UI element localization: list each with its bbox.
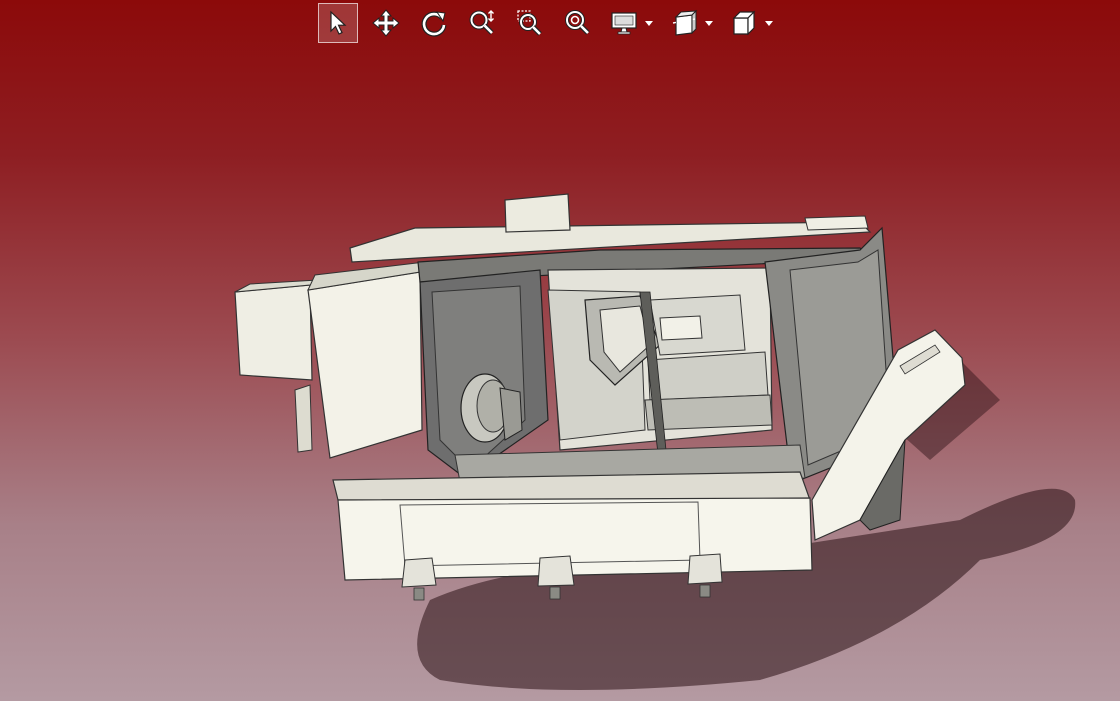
chevron-down-icon[interactable] <box>702 3 716 43</box>
select-tool-button[interactable] <box>318 3 358 43</box>
3d-viewport[interactable] <box>0 0 1120 701</box>
select-pointer-icon <box>330 10 347 35</box>
zoom-fit-icon <box>565 10 590 35</box>
chevron-down-icon[interactable] <box>762 3 776 43</box>
section-view-icon <box>672 9 698 36</box>
motor-housing <box>234 284 313 381</box>
view-cube-button[interactable] <box>726 3 762 43</box>
bed-top <box>332 471 811 501</box>
zoom-window-button[interactable] <box>510 3 550 43</box>
rotate-tool-button[interactable] <box>414 3 454 43</box>
top-control-box <box>504 193 571 233</box>
view-cube-icon <box>732 10 756 36</box>
lathe-model[interactable] <box>0 0 1120 701</box>
zoom-in-out-icon <box>469 10 494 35</box>
zoom-tool-button[interactable] <box>462 3 502 43</box>
rotate-icon <box>421 11 447 37</box>
display-mode-icon <box>611 12 637 35</box>
pan-tool-button[interactable] <box>366 3 406 43</box>
pan-move-icon <box>372 9 400 37</box>
motor-foot <box>294 384 313 453</box>
carriage-base <box>644 394 773 431</box>
view-cube-dropdown[interactable] <box>726 3 776 43</box>
zoom-fit-button[interactable] <box>558 3 598 43</box>
top-rail-end <box>804 215 869 231</box>
section-view-dropdown[interactable] <box>666 3 716 43</box>
display-mode-dropdown[interactable] <box>606 3 656 43</box>
headstock-panel <box>307 271 423 459</box>
tailstock-quill <box>659 315 703 341</box>
display-mode-button[interactable] <box>606 3 642 43</box>
carriage <box>647 351 769 401</box>
section-view-button[interactable] <box>666 3 702 43</box>
chevron-down-icon[interactable] <box>642 3 656 43</box>
viewer-toolbar <box>318 2 786 44</box>
zoom-window-icon <box>517 10 542 36</box>
